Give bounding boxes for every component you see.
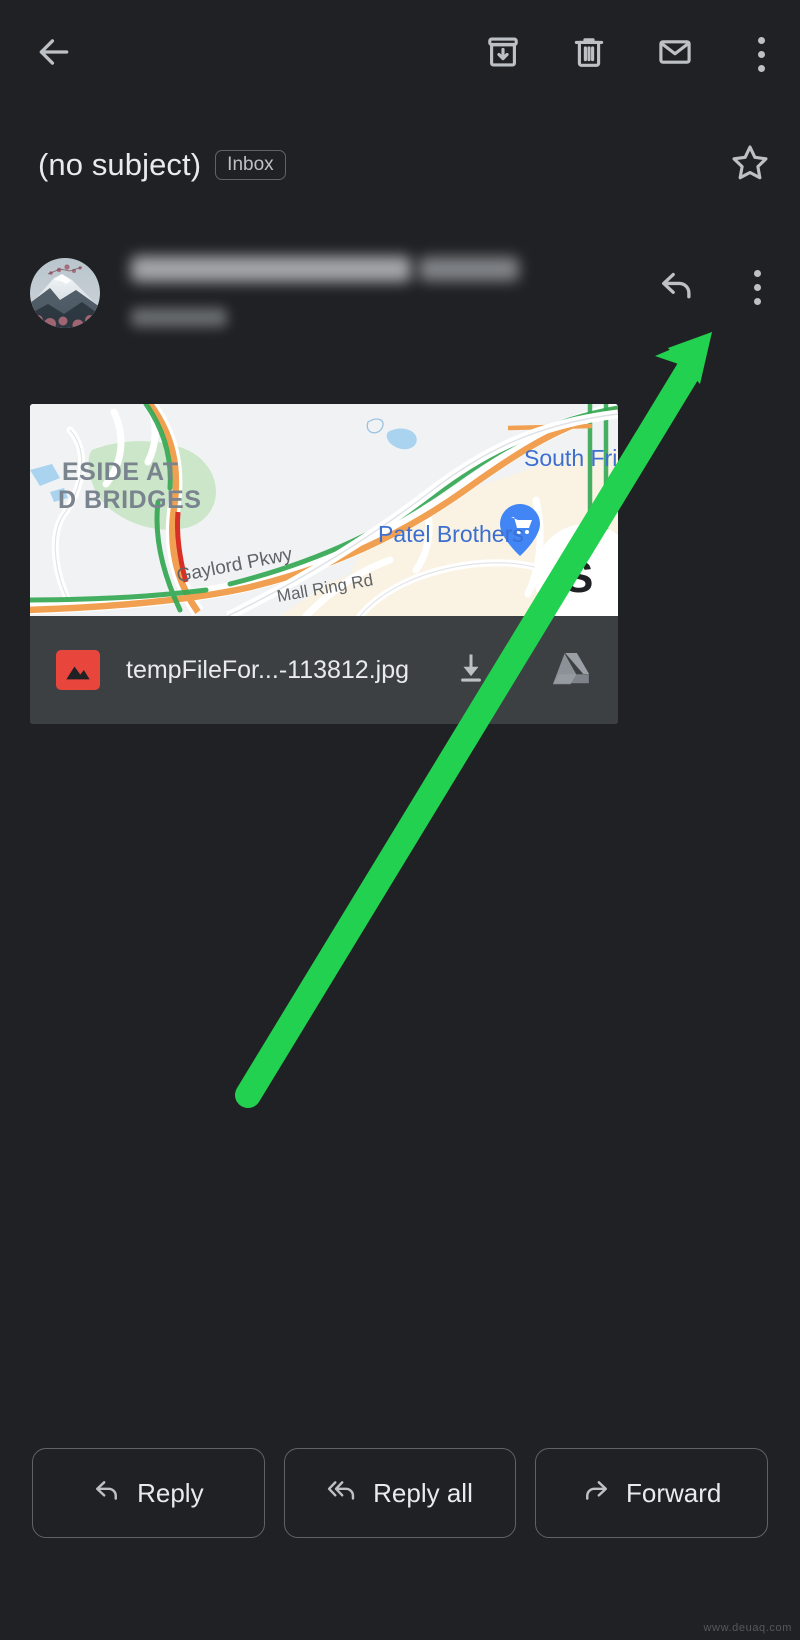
svg-text:ESIDE AT: ESIDE AT	[62, 458, 179, 486]
toolbar-overflow-menu-button[interactable]	[736, 29, 786, 79]
annotation-arrow-overlay	[235, 332, 712, 1108]
mark-unread-button[interactable]	[650, 29, 700, 79]
delete-button[interactable]	[564, 29, 614, 79]
star-outline-icon	[728, 141, 772, 190]
message-overflow-menu-button[interactable]	[732, 262, 782, 312]
svg-text:South Frisc: South Frisc	[524, 445, 618, 471]
save-to-drive-button[interactable]	[546, 645, 596, 695]
message-header-row	[0, 248, 800, 348]
trash-icon	[571, 34, 607, 75]
message-reply-button[interactable]	[652, 262, 702, 312]
reply-all-arrow-icon	[327, 1476, 357, 1511]
forward-button-label: Forward	[626, 1477, 722, 1508]
overflow-menu-icon	[753, 269, 761, 305]
overflow-menu-icon	[757, 36, 765, 72]
reply-button-label: Reply	[137, 1477, 204, 1508]
label-chip-inbox[interactable]: Inbox	[215, 150, 286, 180]
avatar[interactable]	[30, 258, 100, 328]
star-button[interactable]	[724, 139, 776, 191]
avatar-mount-fuji-photo	[30, 258, 100, 328]
arrow-left-icon	[35, 33, 73, 76]
forward-arrow-icon	[582, 1476, 610, 1511]
reply-arrow-icon	[93, 1476, 121, 1511]
forward-button[interactable]: Forward	[535, 1448, 769, 1538]
watermark: www.deuaq.com	[703, 1622, 792, 1634]
attachment-preview-map[interactable]: S ESIDE AT D BRIDGES South Frisc	[30, 404, 618, 616]
message-header-actions	[652, 262, 782, 312]
archive-button[interactable]	[478, 29, 528, 79]
top-toolbar	[0, 0, 800, 108]
reply-button[interactable]: Reply	[32, 1448, 265, 1538]
svg-text:Patel Brothers: Patel Brothers	[378, 521, 524, 547]
download-icon	[453, 650, 489, 691]
archive-icon	[485, 34, 521, 75]
sender-details[interactable]	[131, 256, 652, 327]
bottom-action-bar: Reply Reply all Forward	[0, 1448, 800, 1538]
recipient-line-redacted	[131, 308, 227, 327]
svg-text:D BRIDGES: D BRIDGES	[58, 486, 201, 514]
back-button[interactable]	[26, 26, 82, 82]
reply-all-button-label: Reply all	[373, 1477, 473, 1508]
download-attachment-button[interactable]	[446, 645, 496, 695]
svg-text:S: S	[564, 553, 593, 602]
attachment-file-name: tempFileFor...-113812.jpg	[126, 655, 410, 684]
attachment-info-bar: tempFileFor...-113812.jpg	[30, 616, 618, 724]
subject-row: (no subject) Inbox	[0, 132, 800, 198]
sender-name-row	[131, 256, 652, 282]
email-detail-screen: (no subject) Inbox S ESIDE AT D BRIDGES …	[0, 0, 800, 1640]
reply-all-button[interactable]: Reply all	[283, 1448, 517, 1538]
toolbar-actions	[478, 29, 786, 79]
sender-email-redacted	[419, 257, 519, 281]
reply-arrow-icon	[658, 266, 696, 309]
attachment-actions	[446, 645, 596, 695]
envelope-icon	[657, 34, 693, 75]
sender-name-redacted	[131, 256, 411, 282]
attachment-card[interactable]: S ESIDE AT D BRIDGES South Frisc	[30, 404, 618, 724]
page-title: (no subject)	[38, 147, 202, 182]
image-file-icon	[56, 650, 100, 690]
google-drive-icon	[552, 651, 590, 690]
